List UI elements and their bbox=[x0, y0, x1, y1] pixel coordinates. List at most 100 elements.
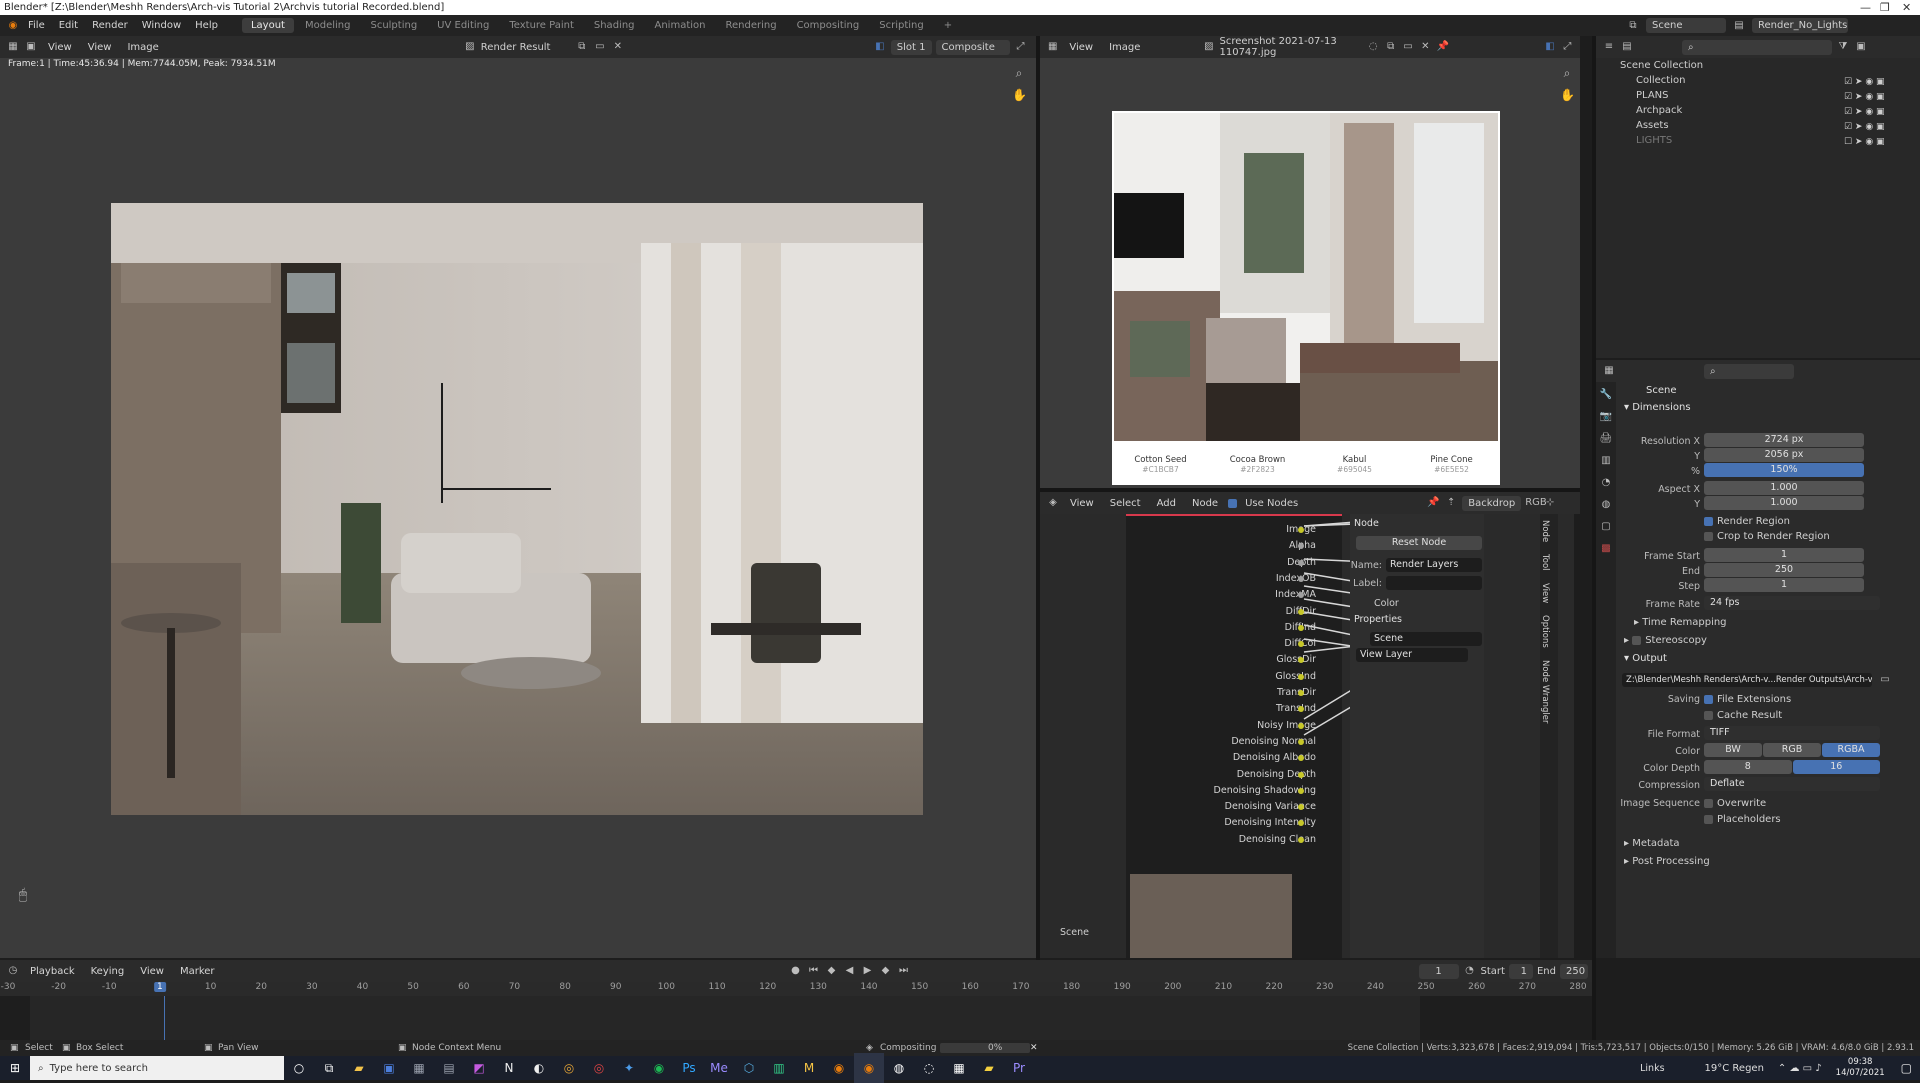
node-name-field[interactable]: Render Layers bbox=[1386, 558, 1482, 572]
area-divider-vertical[interactable] bbox=[1036, 36, 1040, 960]
render-tab-icon[interactable]: 📷 bbox=[1599, 410, 1613, 424]
sticky-notes-icon[interactable]: ▰ bbox=[974, 1053, 1004, 1083]
compression-dropdown[interactable]: Deflate bbox=[1704, 777, 1880, 791]
menu-file[interactable]: File bbox=[22, 20, 51, 31]
record-icon[interactable]: ● bbox=[789, 964, 803, 978]
blender-logo-icon[interactable]: ◉ bbox=[6, 19, 20, 33]
menu-view[interactable]: View bbox=[1063, 42, 1099, 53]
area-divider-horizontal[interactable] bbox=[1040, 488, 1580, 492]
editor-type-icon[interactable]: ▦ bbox=[6, 40, 20, 54]
close-icon[interactable]: ✕ bbox=[1902, 0, 1911, 15]
play-icon[interactable]: ▶ bbox=[861, 964, 875, 978]
app-m-icon[interactable]: M bbox=[794, 1053, 824, 1083]
color-mode-rgb[interactable]: RGB bbox=[1763, 743, 1821, 757]
image-unlink-icon[interactable]: ✕ bbox=[611, 40, 625, 54]
checkbox-on[interactable] bbox=[1704, 516, 1713, 526]
render-pass-selector[interactable]: Composite bbox=[935, 39, 1010, 55]
color-mode-bw[interactable]: BW bbox=[1704, 743, 1762, 757]
image-browse-icon[interactable]: ▨ bbox=[1202, 40, 1215, 54]
node-output-socket[interactable] bbox=[1298, 575, 1304, 582]
node-output-socket[interactable] bbox=[1298, 608, 1304, 615]
slot-selector[interactable]: Slot 1 bbox=[890, 39, 932, 55]
nuke-icon[interactable]: N bbox=[494, 1053, 524, 1083]
display-channels-icon[interactable]: ◧ bbox=[1543, 40, 1556, 54]
gizmo-icon[interactable]: ⤢ bbox=[1014, 40, 1028, 54]
backdrop-toggle[interactable]: Backdrop bbox=[1462, 495, 1522, 511]
obs-icon[interactable]: ◍ bbox=[884, 1053, 914, 1083]
workspace-tab-animation[interactable]: Animation bbox=[646, 18, 715, 33]
properties-search[interactable]: ⌕ bbox=[1704, 363, 1794, 379]
blender-taskbar-icon[interactable]: ◉ bbox=[824, 1053, 854, 1083]
workspace-tab-compositing[interactable]: Compositing bbox=[788, 18, 869, 33]
collection-tab-icon[interactable]: ▢ bbox=[1599, 520, 1613, 534]
color-toggle[interactable]: Color bbox=[1374, 598, 1399, 609]
folder-icon[interactable]: ▭ bbox=[1878, 673, 1892, 687]
node-output-socket[interactable] bbox=[1298, 787, 1304, 794]
node-output-socket[interactable] bbox=[1298, 722, 1304, 729]
menu-view[interactable]: View bbox=[134, 966, 170, 977]
menu-image[interactable]: Image bbox=[1103, 42, 1146, 53]
timeline-editor-icon[interactable]: ◷ bbox=[6, 964, 20, 978]
tool-tab-icon[interactable]: 🔧 bbox=[1599, 388, 1613, 402]
checkbox-off[interactable] bbox=[1704, 710, 1713, 720]
frame-start-field[interactable]: 1 bbox=[1704, 548, 1864, 562]
node-label-field[interactable] bbox=[1386, 576, 1482, 590]
resolution-y-field[interactable]: 2056 px bbox=[1704, 448, 1864, 462]
app-grid-icon[interactable]: ▦ bbox=[944, 1053, 974, 1083]
gizmo-icon[interactable]: ⤢ bbox=[1561, 40, 1574, 54]
outliner-item-archpack[interactable]: Archpack bbox=[1636, 105, 1682, 116]
editor-type-icon[interactable]: ▦ bbox=[1046, 40, 1059, 54]
output-panel-header[interactable]: ▾ Output bbox=[1624, 653, 1667, 664]
node-output-socket[interactable] bbox=[1298, 771, 1304, 778]
taskbar-clock[interactable]: 09:38 14/07/2021 bbox=[1836, 1057, 1885, 1079]
menu-node[interactable]: Node bbox=[1186, 498, 1224, 509]
cache-result-checkbox[interactable]: Cache Result bbox=[1704, 710, 1782, 721]
app-purple-icon[interactable]: ◩ bbox=[464, 1053, 494, 1083]
menu-view-2[interactable]: View bbox=[82, 42, 118, 53]
timeline-ruler[interactable]: -30 -20 -10 1 10 20 30 40 50 60 70 80 90 100 110 120 130… bbox=[0, 982, 1594, 996]
workspace-tab-modeling[interactable]: Modeling bbox=[296, 18, 360, 33]
app-icon[interactable]: ▤ bbox=[434, 1053, 464, 1083]
outlook-icon[interactable]: ▣ bbox=[374, 1053, 404, 1083]
file-explorer-icon[interactable]: ▰ bbox=[344, 1053, 374, 1083]
menu-view[interactable]: View bbox=[42, 42, 78, 53]
tray-icons[interactable]: ⌃ ☁ ▭ ♪ bbox=[1778, 1063, 1822, 1074]
workspace-tab-uv-editing[interactable]: UV Editing bbox=[428, 18, 498, 33]
pin-icon[interactable]: 📌 bbox=[1426, 496, 1440, 510]
checkbox-off[interactable] bbox=[1632, 635, 1642, 645]
outliner-editor-icon[interactable]: ≡ bbox=[1602, 40, 1616, 54]
menu-add[interactable]: Add bbox=[1151, 498, 1182, 509]
menu-render[interactable]: Render bbox=[86, 20, 134, 31]
area-divider-right[interactable] bbox=[1592, 36, 1596, 1040]
crop-region-checkbox[interactable]: Crop to Render Region bbox=[1704, 531, 1830, 542]
menu-edit[interactable]: Edit bbox=[53, 20, 84, 31]
chrome-icon[interactable]: ◎ bbox=[554, 1053, 584, 1083]
parent-tree-icon[interactable]: ⇡ bbox=[1444, 496, 1458, 510]
frame-end-field[interactable]: 250 bbox=[1704, 563, 1864, 577]
scene-field[interactable]: Scene bbox=[1370, 632, 1482, 646]
outliner-search[interactable]: ⌕ bbox=[1682, 39, 1832, 55]
image-new-icon[interactable]: ⧉ bbox=[1384, 40, 1397, 54]
backdrop-channels-icon[interactable]: RGB bbox=[1525, 496, 1547, 510]
metadata-panel-header[interactable]: ▸ Metadata bbox=[1624, 838, 1680, 849]
color-depth-16[interactable]: 16 bbox=[1792, 760, 1880, 774]
zoom-icon[interactable]: ⌕ bbox=[1012, 66, 1026, 80]
display-channels-icon[interactable]: ◧ bbox=[873, 40, 887, 54]
davinci-icon[interactable]: ◐ bbox=[524, 1053, 554, 1083]
workspace-tab-sculpting[interactable]: Sculpting bbox=[361, 18, 426, 33]
start-frame-field[interactable]: 1 bbox=[1508, 963, 1533, 979]
dimensions-panel-header[interactable]: ▾ Dimensions bbox=[1624, 402, 1691, 413]
stereoscopy-panel-header[interactable]: ▸ Stereoscopy bbox=[1624, 635, 1707, 646]
frame-step-field[interactable]: 1 bbox=[1704, 578, 1864, 592]
side-tab-node-wrangler[interactable]: Node Wrangler bbox=[1540, 660, 1550, 723]
maximize-icon[interactable]: ❐ bbox=[1880, 0, 1890, 15]
steam-icon[interactable]: ◌ bbox=[914, 1053, 944, 1083]
image-open-icon[interactable]: ▭ bbox=[1401, 40, 1414, 54]
workspace-tab-texture-paint[interactable]: Texture Paint bbox=[500, 18, 583, 33]
cortana-icon[interactable]: ○ bbox=[284, 1053, 314, 1083]
image-browse-icon[interactable]: ▨ bbox=[463, 40, 477, 54]
end-frame-field[interactable]: 250 bbox=[1559, 963, 1588, 979]
side-tab-tool[interactable]: Tool bbox=[1540, 554, 1550, 571]
app-blue-icon[interactable]: ✦ bbox=[614, 1053, 644, 1083]
app-green-icon[interactable]: ▥ bbox=[764, 1053, 794, 1083]
